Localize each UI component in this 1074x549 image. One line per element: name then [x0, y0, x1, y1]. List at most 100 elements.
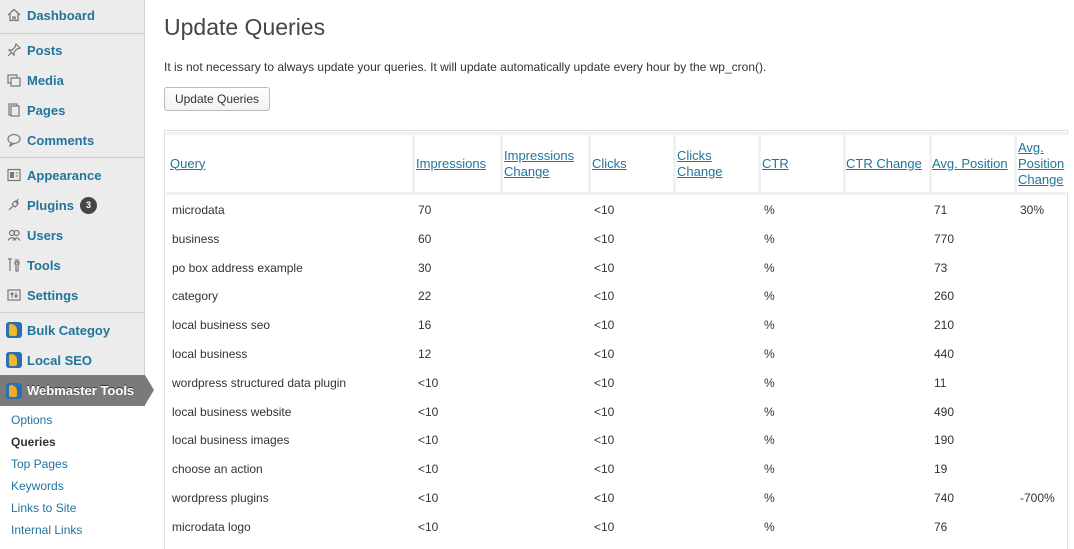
cell-clicks: <10 — [594, 491, 615, 505]
submenu-item-keywords[interactable]: Keywords — [11, 479, 64, 493]
cell-query: local business images — [172, 433, 290, 448]
menu-item-users[interactable]: Users — [0, 220, 145, 250]
menu-item-local-seo[interactable]: Local SEO — [0, 345, 145, 375]
submenu-item-links-to-site[interactable]: Links to Site — [11, 501, 76, 515]
cell-ctr: % — [764, 519, 775, 534]
table-row: local business images <10 <10% 190 — [165, 433, 1067, 451]
cell-clicks: <10 — [594, 375, 615, 390]
menu-item-tools[interactable]: Tools — [0, 250, 145, 280]
table-row: local business seo 16 <10% 210 — [165, 318, 1067, 336]
table-row: local business website <10 <10% 490 — [165, 405, 1067, 423]
table-header-row: Query Impressions Impressions Change Cli… — [166, 132, 1068, 195]
cell-impressions: 22 — [418, 289, 432, 304]
cell-impressions: 12 — [418, 347, 432, 361]
yoast-icon — [6, 382, 22, 399]
cell-clicks: <10 — [594, 462, 615, 477]
menu-label-pages: Pages — [27, 102, 66, 118]
cell-impressions: <10 — [418, 462, 439, 477]
cell-query: wordpress structured data plugin — [172, 375, 347, 390]
cell-clicks: <10 — [594, 260, 615, 275]
column-header-query[interactable]: Query — [170, 135, 410, 192]
cell-ctr: % — [764, 433, 775, 448]
menu-item-comments[interactable]: Comments — [0, 125, 145, 155]
cell-clicks: <10 — [594, 433, 615, 448]
menu-item-media[interactable]: Media — [0, 65, 145, 95]
cell-clicks: <10 — [594, 404, 615, 419]
menu-item-posts[interactable]: Posts — [0, 35, 145, 65]
menu-label-webmaster-tools: Webmaster Tools — [27, 383, 135, 398]
table-row: category 22 <10% 260 — [165, 289, 1067, 307]
column-header-impressions[interactable]: Impressions — [416, 135, 500, 192]
menu-label-plugins: Plugins — [27, 197, 74, 213]
menu-label-comments: Comments — [27, 132, 95, 148]
cell-clicks: <10 — [594, 203, 615, 217]
webmaster-tools-submenu: Options Queries Top Pages Keywords Links… — [0, 406, 145, 549]
column-header-avg-position-change[interactable]: Avg. Position Change — [1018, 135, 1068, 192]
menu-item-webmaster-tools[interactable]: Webmaster Tools — [0, 375, 154, 406]
cell-impressions: <10 — [418, 404, 439, 419]
cell-clicks: <10 — [594, 347, 615, 361]
cell-avg-position: 440 — [934, 347, 955, 361]
menu-label-local-seo: Local SEO — [27, 352, 93, 368]
cell-query: po box address example — [172, 260, 303, 275]
yoast-icon — [6, 352, 22, 368]
table-row: choose an action <10 <10% 19 — [165, 462, 1067, 480]
cell-avg-position: 740 — [934, 491, 955, 505]
intro-text: It is not necessary to always update you… — [164, 60, 767, 74]
cell-clicks: <10 — [594, 318, 615, 333]
comment-icon — [6, 132, 22, 148]
cell-clicks: <10 — [594, 231, 615, 246]
menu-item-settings[interactable]: Settings — [0, 280, 145, 310]
plugins-update-count-badge: 3 — [79, 196, 97, 214]
cell-avg-position: 210 — [934, 318, 955, 333]
cell-query: business — [172, 231, 220, 246]
update-queries-button[interactable]: Update Queries — [164, 87, 270, 111]
column-header-clicks[interactable]: Clicks — [592, 135, 672, 192]
cell-query: wordpress plugins — [172, 491, 269, 505]
cell-ctr: % — [764, 462, 775, 477]
pin-icon — [6, 42, 22, 58]
cell-impressions: 60 — [418, 231, 432, 246]
cell-avg-position: 11 — [934, 375, 947, 390]
menu-item-plugins[interactable]: Plugins 3 — [0, 190, 145, 220]
table-row: microdata logo <10 <10% 76 — [165, 520, 1067, 538]
column-header-ctr-change[interactable]: CTR Change — [846, 135, 928, 192]
menu-label-appearance: Appearance — [27, 167, 102, 183]
column-header-ctr[interactable]: CTR — [762, 135, 842, 192]
yoast-icon — [6, 322, 22, 338]
cell-query: microdata logo — [172, 519, 251, 534]
cell-avg-position: 770 — [934, 231, 955, 246]
cell-impressions: <10 — [418, 519, 439, 534]
home-icon — [6, 7, 22, 23]
column-header-impressions-change[interactable]: Impressions Change — [504, 135, 586, 192]
cell-avg-position: 260 — [934, 289, 955, 304]
menu-label-posts: Posts — [27, 42, 63, 58]
menu-item-pages[interactable]: Pages — [0, 95, 145, 125]
menu-item-appearance[interactable]: Appearance — [0, 160, 145, 190]
admin-sidebar: Dashboard Posts Media Pages Comments App… — [0, 0, 154, 549]
submenu-item-queries[interactable]: Queries — [11, 435, 56, 449]
menu-item-dashboard[interactable]: Dashboard — [0, 0, 145, 30]
cell-avg-position: 19 — [934, 462, 948, 477]
column-header-avg-position[interactable]: Avg. Position — [932, 135, 1014, 192]
column-header-clicks-change[interactable]: Clicks Change — [677, 135, 737, 192]
cell-avg-position: 490 — [934, 404, 955, 419]
menu-item-bulk-category[interactable]: Bulk Categoy — [0, 315, 145, 345]
queries-table: Query Impressions Impressions Change Cli… — [164, 130, 1068, 549]
cell-ctr: % — [764, 260, 775, 275]
pages-icon — [6, 102, 22, 118]
table-row: wordpress plugins <10 <10% 740 -700% — [165, 491, 1067, 509]
appearance-icon — [6, 167, 22, 183]
cell-impressions: <10 — [418, 433, 439, 448]
submenu-item-top-pages[interactable]: Top Pages — [11, 457, 68, 471]
submenu-item-options[interactable]: Options — [11, 413, 52, 427]
submenu-item-internal-links[interactable]: Internal Links — [11, 523, 82, 537]
cell-query: local business seo — [172, 318, 271, 333]
cell-clicks: <10 — [594, 289, 615, 304]
cell-impressions: <10 — [418, 375, 439, 390]
cell-ctr: % — [764, 404, 775, 419]
table-row: po box address example 30 <10% 73 — [165, 261, 1067, 279]
cell-clicks: <10 — [594, 519, 615, 534]
cell-avg-position: 190 — [934, 433, 955, 448]
cell-ctr: % — [764, 231, 775, 246]
